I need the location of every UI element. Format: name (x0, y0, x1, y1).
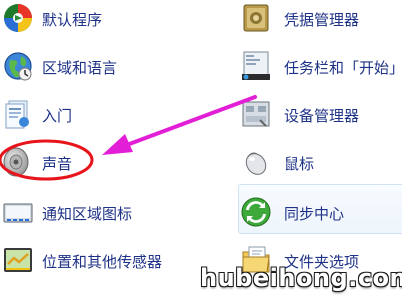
control-panel-item-label: 声音 (42, 155, 73, 173)
control-panel-item-label: 区域和语言 (42, 59, 118, 77)
control-panel-item-label: 任务栏和「开始」 (284, 59, 402, 77)
sync-center-icon (240, 196, 272, 228)
pointer-arrow-line (122, 95, 257, 148)
control-panel-item-label: 设备管理器 (284, 107, 360, 125)
control-panel-item-label: 同步中心 (284, 205, 345, 223)
sound-icon (2, 146, 34, 178)
mouse-icon (240, 146, 272, 178)
control-panel-item-label: 鼠标 (284, 155, 315, 173)
taskbar-start-icon (240, 50, 272, 82)
credential-manager-icon (240, 2, 272, 34)
control-panel-item-label: 默认程序 (42, 11, 103, 29)
control-panel-item-label: 入门 (42, 107, 73, 125)
region-language-icon (2, 50, 34, 82)
pointer-arrow-head (102, 134, 133, 155)
device-manager-icon (240, 98, 272, 130)
control-panel-item-label: 凭据管理器 (284, 11, 360, 29)
location-sensors-icon (2, 244, 34, 276)
getting-started-icon (2, 98, 34, 130)
default-programs-icon (2, 2, 34, 34)
watermark: hubeihong.com (200, 264, 402, 292)
control-panel-item-label: 位置和其他传感器 (42, 253, 163, 271)
notification-icons-icon (2, 196, 34, 228)
control-panel-item-label: 通知区域图标 (42, 205, 133, 223)
